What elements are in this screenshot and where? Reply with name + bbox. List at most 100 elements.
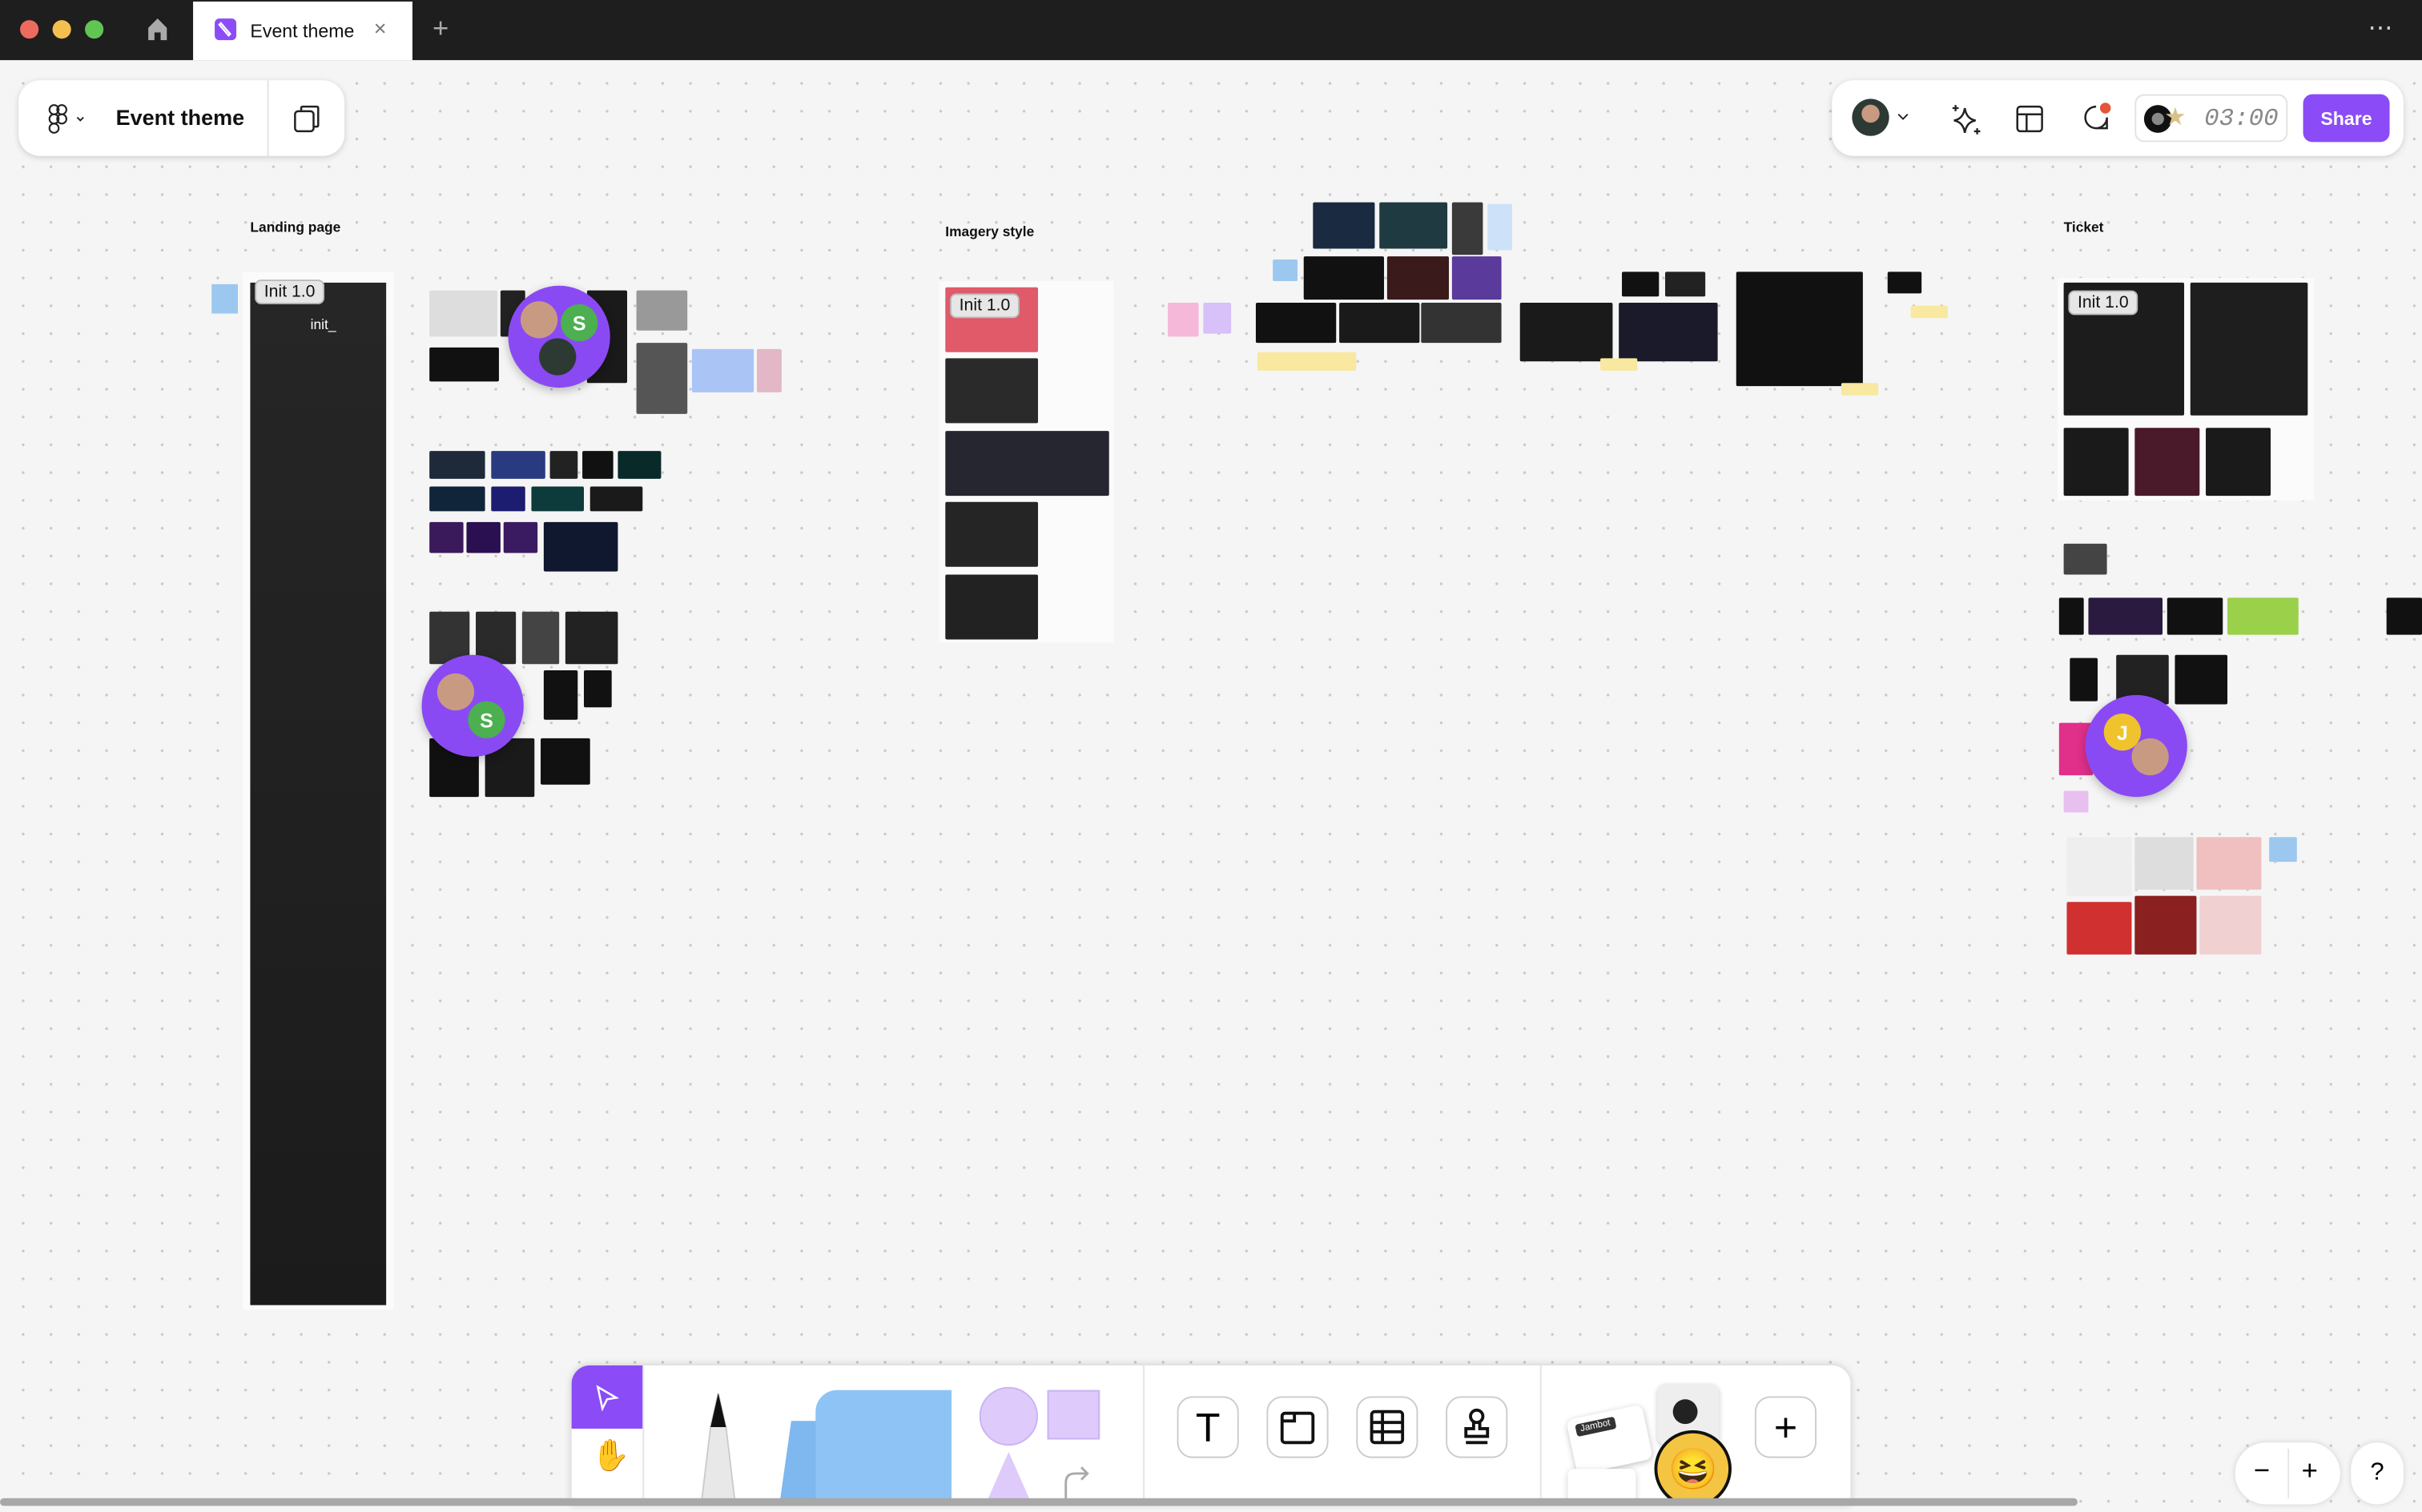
canvas-image-thumbnail[interactable] [1421, 303, 1502, 344]
figma-menu-icon[interactable] [46, 103, 86, 142]
more-tools-button[interactable]: + [1754, 1396, 1817, 1458]
pencil-tool[interactable] [692, 1393, 745, 1505]
close-window-button[interactable] [20, 20, 39, 39]
widgets-jambot[interactable]: Jambot 😆 [1566, 1384, 1738, 1505]
canvas-image-thumbnail[interactable] [1386, 256, 1450, 300]
canvas-image-thumbnail[interactable] [1600, 358, 1638, 371]
canvas-image-thumbnail[interactable] [2088, 597, 2163, 635]
canvas-image-thumbnail[interactable] [541, 738, 590, 785]
sticky-note-tool[interactable] [778, 1389, 955, 1505]
canvas-image-thumbnail[interactable] [2134, 895, 2197, 955]
zoom-out-button[interactable]: − [2254, 1455, 2270, 1488]
stamp-tool-button[interactable] [1446, 1396, 1508, 1458]
canvas-image-thumbnail[interactable] [1665, 271, 1706, 297]
canvas-image-thumbnail[interactable] [543, 521, 618, 572]
canvas-image-thumbnail[interactable] [2167, 597, 2223, 635]
canvas-image-thumbnail[interactable] [582, 451, 614, 479]
canvas-image-thumbnail[interactable] [2386, 597, 2422, 635]
text-tool-button[interactable]: T [1177, 1396, 1239, 1458]
canvas-image-thumbnail[interactable] [429, 451, 485, 479]
minimize-window-button[interactable] [52, 20, 71, 39]
canvas-image-thumbnail[interactable] [2134, 837, 2194, 890]
canvas-image-thumbnail[interactable] [589, 486, 643, 512]
canvas-image-thumbnail[interactable] [1255, 303, 1337, 344]
canvas-image-thumbnail[interactable] [2063, 543, 2107, 575]
shape-tool[interactable] [979, 1386, 1103, 1505]
canvas-image-thumbnail[interactable] [2066, 902, 2132, 955]
canvas-image-thumbnail[interactable] [1487, 203, 1513, 251]
canvas-image-thumbnail[interactable] [1519, 303, 1613, 362]
canvas-image-thumbnail[interactable] [531, 486, 585, 512]
canvas-image-thumbnail[interactable] [543, 670, 578, 720]
canvas-image-thumbnail[interactable] [1168, 303, 1199, 337]
canvas-image-thumbnail[interactable] [1622, 271, 1660, 297]
canvas-image-thumbnail[interactable] [945, 501, 1039, 567]
maximize-window-button[interactable] [85, 20, 104, 39]
canvas-image-thumbnail[interactable] [1339, 303, 1420, 344]
ai-sparkle-icon[interactable] [1949, 102, 1983, 135]
canvas-image-thumbnail[interactable] [1910, 305, 1948, 319]
canvas-image-thumbnail[interactable] [429, 290, 498, 337]
canvas-image-thumbnail[interactable] [2134, 428, 2200, 497]
zoom-in-button[interactable]: + [2302, 1455, 2318, 1488]
canvas-image-thumbnail[interactable] [549, 451, 578, 479]
layout-icon[interactable] [2016, 105, 2044, 133]
sticky-note[interactable] [211, 284, 239, 314]
canvas-image-thumbnail[interactable] [2227, 597, 2299, 635]
canvas-image-thumbnail[interactable] [636, 343, 688, 414]
canvas-image-thumbnail[interactable] [945, 574, 1039, 640]
canvas-image-thumbnail[interactable] [757, 348, 782, 392]
canvas-image-thumbnail[interactable] [429, 521, 464, 553]
canvas-image-thumbnail[interactable] [2269, 837, 2297, 863]
canvas-image-thumbnail[interactable] [429, 347, 499, 382]
canvas-image-thumbnail[interactable] [491, 451, 545, 479]
canvas-image-thumbnail[interactable] [491, 486, 525, 512]
canvas-image-thumbnail[interactable] [636, 290, 688, 331]
canvas-image-thumbnail[interactable] [565, 611, 618, 665]
canvas-image-thumbnail[interactable] [945, 358, 1039, 424]
help-button[interactable]: ? [2351, 1442, 2404, 1505]
canvas-image-thumbnail[interactable] [1273, 259, 1298, 282]
canvas-image-thumbnail[interactable] [1303, 256, 1385, 300]
hand-tool-button[interactable]: ✋ [572, 1429, 643, 1505]
canvas-image-thumbnail[interactable] [466, 521, 501, 553]
canvas-image-thumbnail[interactable] [2063, 790, 2089, 813]
canvas-image-thumbnail[interactable] [2199, 895, 2262, 955]
more-options-icon[interactable]: ⋯ [2368, 12, 2393, 43]
canvas-image-thumbnail[interactable] [503, 521, 538, 553]
canvas-image-thumbnail[interactable] [1257, 352, 1357, 371]
canvas-image-thumbnail[interactable] [2070, 657, 2098, 702]
canvas-image-thumbnail[interactable] [2063, 428, 2129, 497]
canvas-image-thumbnail[interactable] [618, 451, 662, 479]
canvas-image-thumbnail[interactable] [1736, 271, 1863, 387]
canvas-image-thumbnail[interactable] [1313, 202, 1375, 249]
canvas-image-thumbnail[interactable] [1841, 383, 1879, 396]
canvas-image-thumbnail[interactable] [584, 670, 612, 708]
user-avatar[interactable] [1852, 99, 1889, 136]
canvas-image-thumbnail[interactable] [1379, 202, 1448, 249]
canvas-image-thumbnail[interactable] [429, 486, 485, 512]
close-tab-icon[interactable]: × [374, 15, 387, 40]
tab-event-theme[interactable]: Event theme × [193, 1, 412, 61]
canvas-image-thumbnail[interactable] [692, 348, 754, 392]
chevron-down-icon[interactable] [1897, 113, 1909, 123]
new-tab-button[interactable]: + [432, 12, 449, 45]
section-tool-button[interactable] [1266, 1396, 1329, 1458]
timer-widget[interactable]: ★ 03:00 [2134, 94, 2288, 143]
canvas-image-thumbnail[interactable] [2066, 837, 2132, 896]
canvas-image-thumbnail[interactable] [1451, 256, 1502, 300]
table-tool-button[interactable] [1356, 1396, 1418, 1458]
pages-icon[interactable] [292, 103, 324, 142]
horizontal-scrollbar[interactable] [0, 1498, 2078, 1506]
home-icon[interactable] [145, 17, 170, 42]
comment-icon[interactable] [2079, 100, 2113, 134]
file-name[interactable]: Event theme [116, 105, 245, 130]
canvas-image-thumbnail[interactable] [2190, 282, 2308, 416]
landing-page-frame[interactable]: init_ [250, 282, 387, 1305]
share-button[interactable]: Share [2303, 94, 2390, 143]
canvas-image-thumbnail[interactable] [2196, 837, 2262, 890]
select-tool-button[interactable] [571, 1365, 643, 1429]
canvas-image-thumbnail[interactable] [2206, 428, 2271, 497]
canvas-image-thumbnail[interactable] [521, 611, 560, 665]
canvas-image-thumbnail[interactable] [2175, 654, 2228, 705]
